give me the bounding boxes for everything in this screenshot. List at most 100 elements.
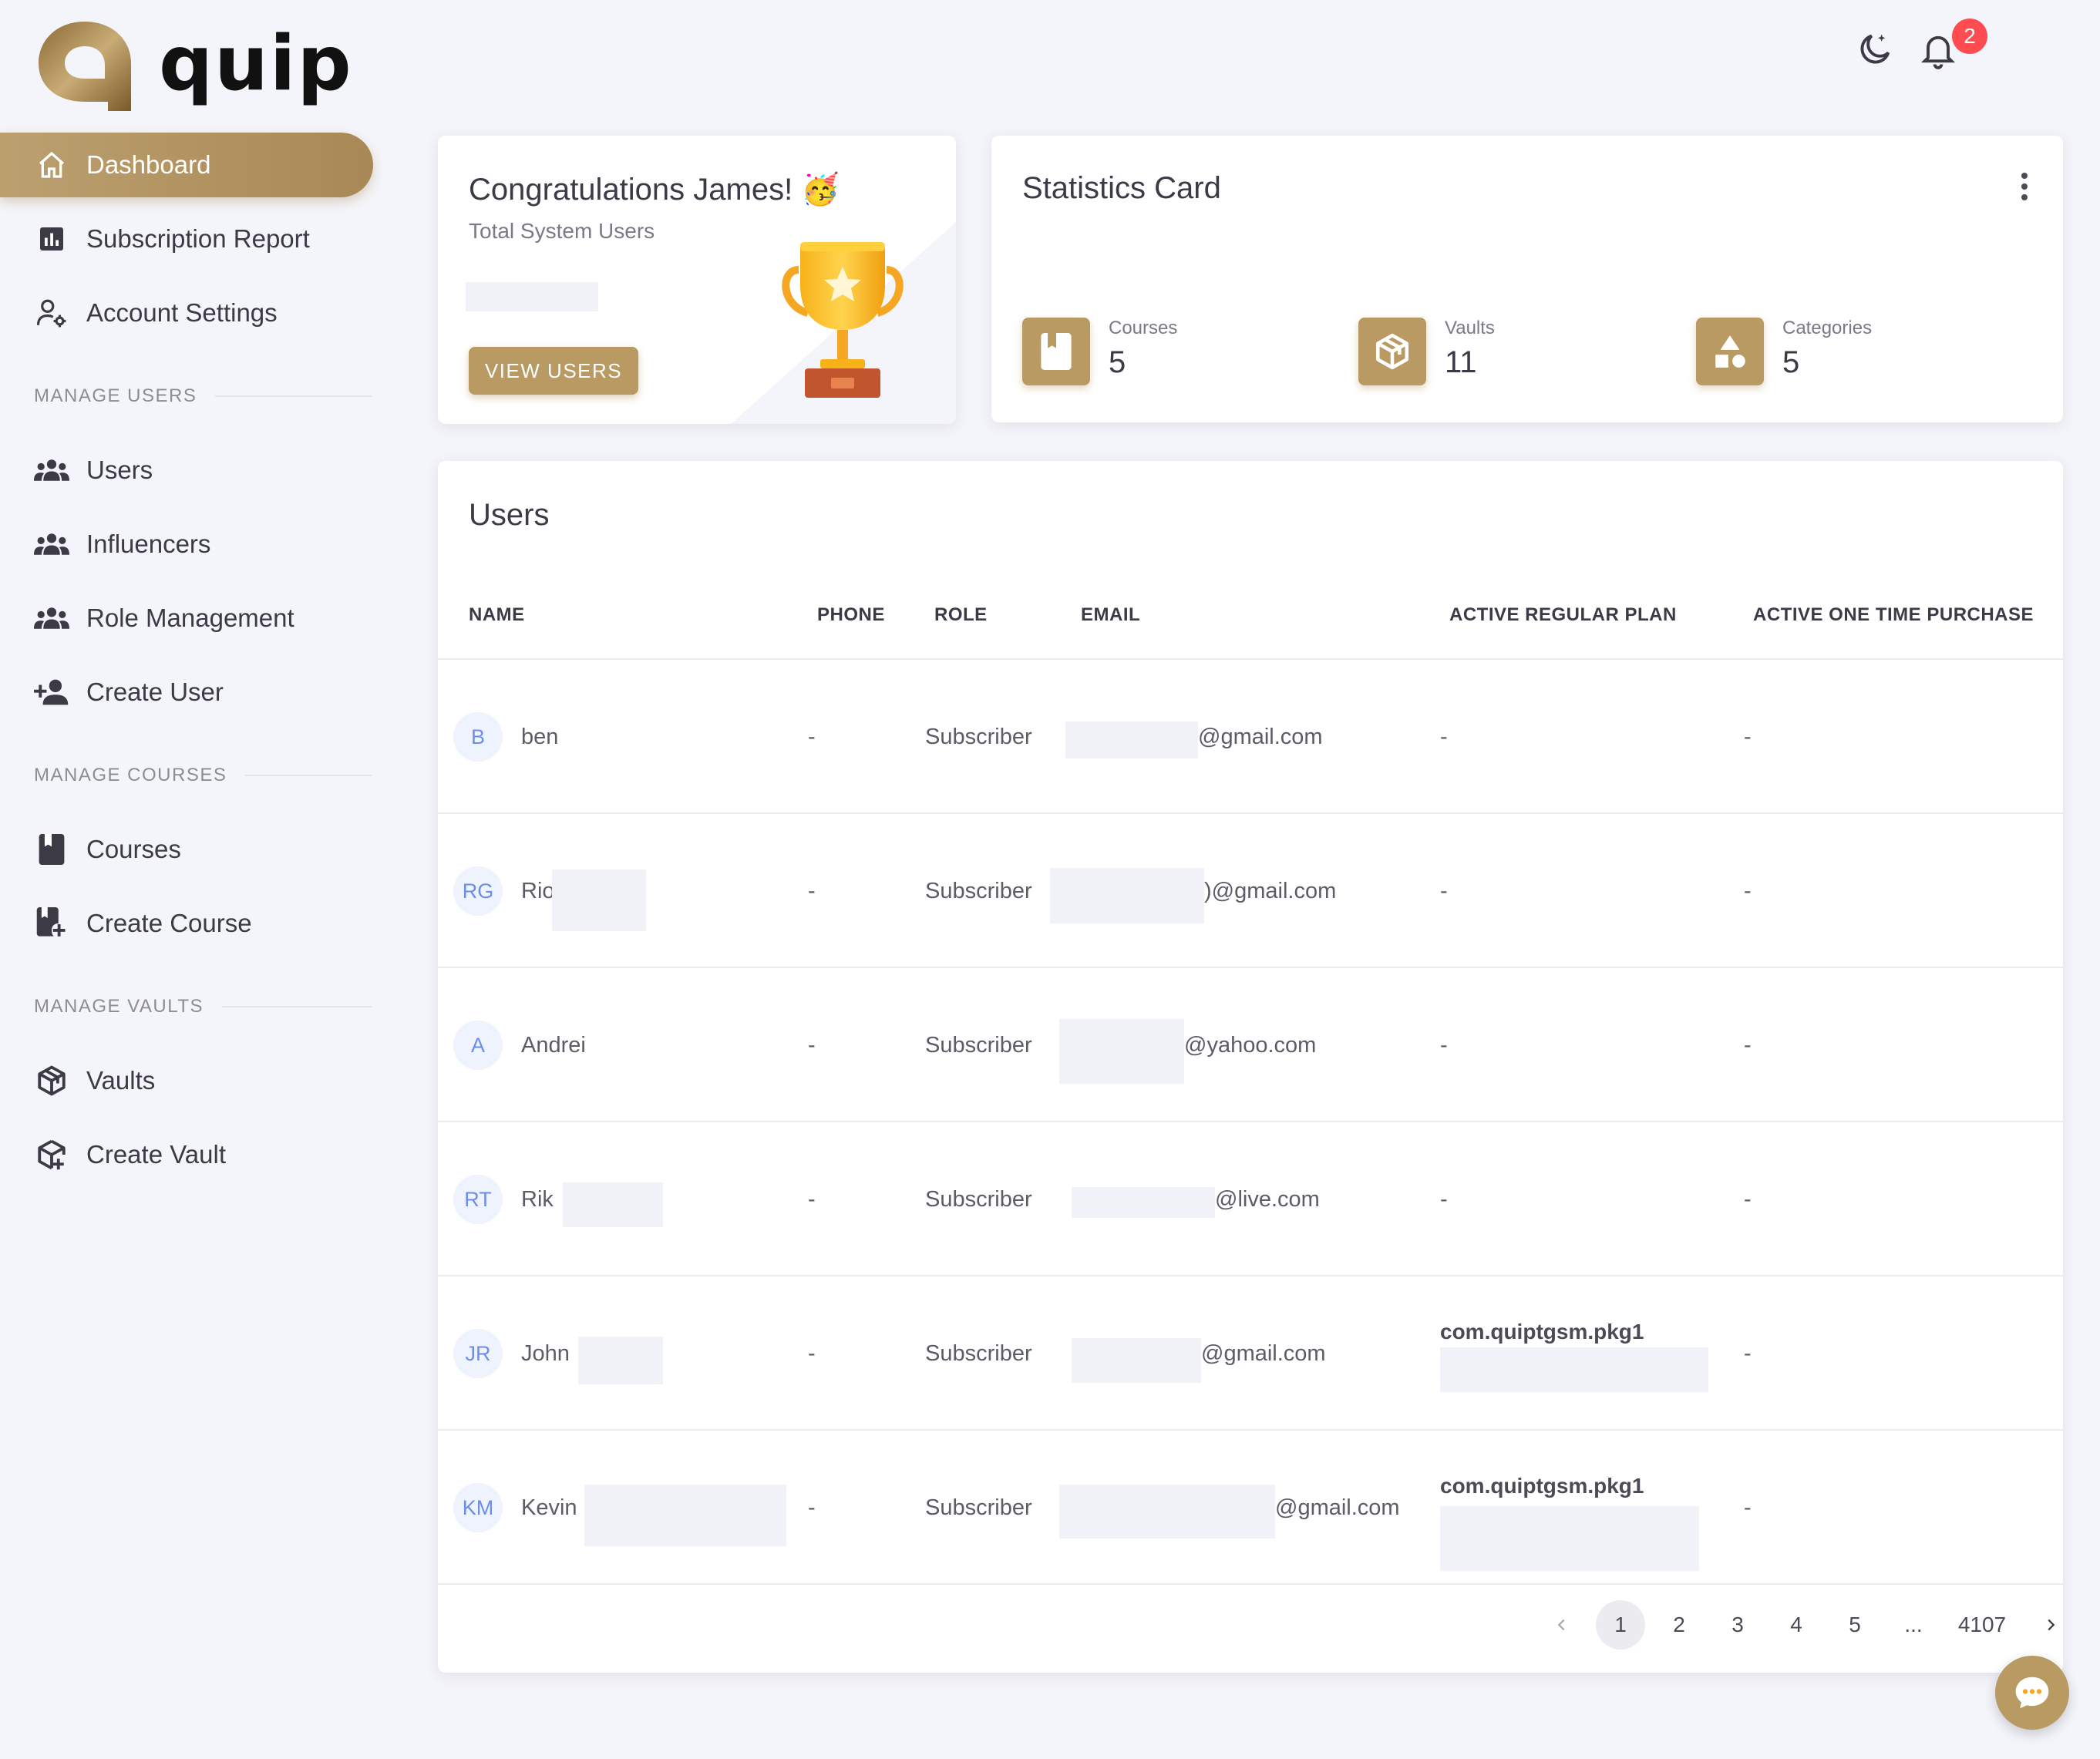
user-phone: -: [808, 878, 816, 903]
sidebar-item-courses[interactable]: Courses: [0, 817, 385, 882]
chart-icon: [34, 221, 69, 257]
sidebar-item-account-settings[interactable]: Account Settings: [0, 281, 385, 345]
column-header-active-one-time-purchase[interactable]: ACTIVE ONE TIME PURCHASE: [1753, 604, 2034, 626]
redacted-name: [552, 869, 646, 931]
user-gear-icon: [34, 295, 69, 331]
view-users-button[interactable]: VIEW USERS: [469, 347, 638, 395]
section-title-manage-courses: MANAGE COURSES: [0, 752, 385, 799]
sidebar-item-dashboard[interactable]: Dashboard: [0, 133, 373, 197]
column-header-active-regular-plan[interactable]: ACTIVE REGULAR PLAN: [1449, 604, 1677, 626]
trophy-icon: [782, 242, 904, 398]
statistics-title: Statistics Card: [1022, 171, 1221, 205]
page-3-button[interactable]: 3: [1713, 1600, 1762, 1650]
user-regular-plan: -: [1440, 724, 1448, 749]
sidebar-item-label: Create User: [86, 678, 224, 706]
user-phone: -: [808, 1495, 816, 1520]
table-row[interactable]: RT Rik - Subscriber @live.com - -: [438, 1122, 2063, 1276]
user-name: Rik: [521, 1186, 554, 1212]
sidebar-item-role-management[interactable]: Role Management: [0, 586, 385, 651]
home-icon: [34, 147, 69, 183]
table-row[interactable]: RG Rio - Subscriber )@gmail.com - -: [438, 814, 2063, 968]
avatar: A: [453, 1021, 503, 1070]
last-page-button[interactable]: 4107: [1947, 1600, 2017, 1650]
user-email: @live.com: [1215, 1186, 1320, 1212]
users-table-card: Users NAME PHONE ROLE EMAIL ACTIVE REGUL…: [438, 461, 2063, 1673]
redacted-name: [563, 1182, 663, 1227]
sidebar-item-label: Dashboard: [86, 150, 211, 179]
page-5-button[interactable]: 5: [1830, 1600, 1880, 1650]
sidebar-item-subscription-report[interactable]: Subscription Report: [0, 207, 385, 271]
redacted-user-count: [466, 282, 598, 311]
sidebar-item-create-user[interactable]: Create User: [0, 660, 385, 725]
redacted-plan-detail: [1440, 1347, 1708, 1392]
user-email: @gmail.com: [1198, 724, 1323, 749]
notification-badge: 2: [1952, 18, 1987, 54]
stat-courses: Courses 5: [1022, 318, 1177, 385]
sidebar-item-label: Create Course: [86, 909, 252, 937]
table-row[interactable]: JR John - Subscriber @gmail.com com.quip…: [438, 1276, 2063, 1431]
congratulations-subtitle: Total System Users: [469, 219, 655, 243]
next-page-icon[interactable]: [2026, 1600, 2075, 1650]
congratulations-title: Congratulations James! 🥳: [469, 173, 840, 207]
user-role: Subscriber: [925, 1186, 1032, 1212]
avatar: RG: [453, 866, 503, 916]
user-role: Subscriber: [925, 1340, 1032, 1366]
page-1-button[interactable]: 1: [1596, 1600, 1645, 1650]
user-phone: -: [808, 724, 816, 749]
table-row[interactable]: B ben - Subscriber @gmail.com - -: [438, 660, 2063, 814]
book-icon: [1022, 318, 1090, 385]
sidebar-item-influencers[interactable]: Influencers: [0, 512, 385, 577]
user-email: @gmail.com: [1201, 1340, 1326, 1366]
sidebar-nav: Dashboard Subscription Report Account Se…: [0, 133, 385, 1196]
page-2-button[interactable]: 2: [1654, 1600, 1704, 1650]
redacted-email-prefix: [1059, 1485, 1275, 1539]
page-4-button[interactable]: 4: [1772, 1600, 1821, 1650]
pagination: 1 2 3 4 5 ... 4107: [1533, 1600, 2080, 1650]
table-row[interactable]: A Andrei - Subscriber @yahoo.com - -: [438, 968, 2063, 1122]
avatar: JR: [453, 1329, 503, 1378]
user-regular-plan: -: [1440, 1032, 1448, 1058]
book-plus-icon: [34, 906, 69, 941]
stat-label: Courses: [1109, 318, 1178, 338]
sidebar-item-label: Account Settings: [86, 298, 278, 327]
user-role: Subscriber: [925, 1495, 1032, 1520]
user-one-time-purchase: -: [1744, 724, 1752, 749]
avatar: RT: [453, 1175, 503, 1224]
user-role: Subscriber: [925, 1032, 1032, 1058]
dark-mode-icon[interactable]: [1855, 29, 1895, 69]
more-options-icon[interactable]: [2018, 171, 2031, 202]
column-header-email[interactable]: EMAIL: [1081, 604, 1140, 626]
users-group-icon: [34, 526, 69, 562]
user-regular-plan: -: [1440, 1186, 1448, 1212]
user-phone: -: [808, 1340, 816, 1366]
column-header-phone[interactable]: PHONE: [817, 604, 885, 626]
sidebar: quip Dashboard Subscription Report Accou…: [0, 0, 385, 1759]
redacted-email-prefix: [1072, 1187, 1215, 1218]
users-title: Users: [469, 498, 550, 532]
redacted-email-prefix: [1050, 868, 1204, 923]
sidebar-item-label: Courses: [86, 835, 181, 863]
sidebar-item-vaults[interactable]: Vaults: [0, 1048, 385, 1113]
cube-icon: [1358, 318, 1426, 385]
user-regular-plan: -: [1440, 878, 1448, 903]
sidebar-item-users[interactable]: Users: [0, 438, 385, 503]
redacted-name: [578, 1337, 663, 1384]
previous-page-icon[interactable]: [1537, 1600, 1587, 1650]
book-icon: [34, 832, 69, 867]
sidebar-item-create-course[interactable]: Create Course: [0, 891, 385, 956]
chat-bubble-icon: [2015, 1677, 2049, 1709]
user-email: @gmail.com: [1275, 1495, 1400, 1520]
app-logo[interactable]: quip: [34, 17, 353, 111]
table-row[interactable]: KM Kevin - Subscriber @gmail.com com.qui…: [438, 1431, 2063, 1585]
column-header-role[interactable]: ROLE: [934, 604, 988, 626]
user-email: )@gmail.com: [1204, 878, 1337, 903]
chat-button[interactable]: [1995, 1656, 2069, 1730]
sidebar-item-label: Role Management: [86, 604, 294, 632]
sidebar-item-create-vault[interactable]: Create Vault: [0, 1122, 385, 1187]
redacted-plan-detail: [1440, 1506, 1699, 1571]
users-group-icon: [34, 600, 69, 636]
user-role: Subscriber: [925, 878, 1032, 903]
shapes-icon: [1696, 318, 1764, 385]
column-header-name[interactable]: NAME: [469, 604, 525, 626]
user-name: ben: [521, 724, 559, 749]
